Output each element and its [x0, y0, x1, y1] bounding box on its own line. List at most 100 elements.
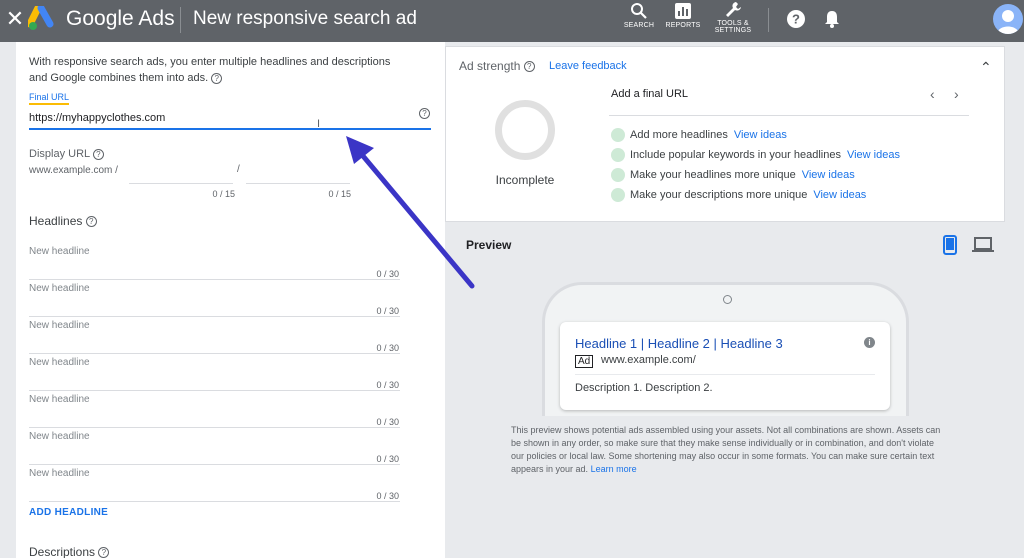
suggestion-item: Include popular keywords in your headlin… — [611, 147, 900, 163]
headline-input[interactable]: New headline — [29, 429, 400, 465]
ad-badge: Ad — [575, 355, 594, 368]
svg-text:?: ? — [792, 12, 800, 27]
ad-display-url: www.example.com/ — [601, 354, 696, 366]
help-icon[interactable]: ? — [786, 9, 806, 29]
page-title: New responsive search ad — [193, 8, 417, 29]
brand-name: Google Ads — [66, 7, 175, 30]
disclaimer-text: This preview shows potential ads assembl… — [511, 425, 941, 474]
suggestion-dot-icon — [611, 168, 625, 183]
suggestion-item: Make your descriptions more unique View i… — [611, 187, 866, 203]
notifications-bell-icon[interactable] — [822, 9, 842, 29]
suggestion-dot-icon — [611, 128, 625, 143]
headline-counter: 0 / 30 — [376, 306, 399, 316]
display-url-label-text: Display URL — [29, 148, 90, 160]
view-ideas-link[interactable]: View ideas — [734, 129, 787, 141]
strength-prompt: Add a final URL — [611, 88, 689, 100]
divider — [180, 7, 181, 33]
headline-placeholder: New headline — [29, 357, 90, 368]
divider — [609, 115, 969, 116]
headline-counter: 0 / 30 — [376, 417, 399, 427]
ad-form-panel: With responsive search ads, you enter mu… — [16, 42, 445, 558]
headline-counter: 0 / 30 — [376, 380, 399, 390]
descriptions-help-icon[interactable]: ? — [98, 547, 110, 558]
help-circle-icon[interactable]: ? — [211, 72, 223, 84]
path1-input[interactable] — [129, 164, 233, 184]
path1-counter: 0 / 15 — [212, 189, 235, 199]
final-url-input[interactable] — [29, 108, 431, 130]
ad-strength-card: Ad strength ? Leave feedback ⌃ Incomplet… — [445, 46, 1005, 222]
info-icon[interactable]: i — [864, 337, 875, 348]
wrench-icon — [726, 2, 741, 17]
google-ads-logo-icon — [28, 6, 54, 30]
final-url-help-icon[interactable]: ? — [419, 108, 430, 119]
descriptions-label: Descriptions ? — [29, 545, 110, 558]
headline-placeholder: New headline — [29, 468, 90, 479]
add-headline-button[interactable]: ADD HEADLINE — [29, 507, 108, 518]
headlines-label: Headlines ? — [29, 214, 97, 228]
ad-description: Description 1. Description 2. — [575, 382, 713, 394]
view-ideas-link[interactable]: View ideas — [847, 149, 900, 161]
learn-more-link[interactable]: Learn more — [591, 464, 637, 474]
headline-input[interactable]: New headline — [29, 392, 400, 428]
next-chevron-icon[interactable]: › — [954, 86, 959, 102]
headline-placeholder: New headline — [29, 320, 90, 331]
headline-placeholder: New headline — [29, 246, 90, 257]
display-url-label: Display URL ? — [29, 148, 104, 160]
headlines-help-icon[interactable]: ? — [85, 216, 97, 228]
strength-status: Incomplete — [495, 173, 555, 187]
reports-tool-button[interactable]: REPORTS — [660, 2, 706, 38]
strength-ring — [495, 100, 555, 160]
search-tool-button[interactable]: SEARCH — [616, 2, 662, 38]
suggestion-dot-icon — [611, 148, 625, 163]
top-bar: ✕ Google Ads New responsive search ad SE… — [0, 0, 1024, 42]
suggestion-text: Make your descriptions more unique — [630, 189, 808, 201]
view-ideas-link[interactable]: View ideas — [813, 189, 866, 201]
account-avatar[interactable] — [993, 4, 1023, 34]
search-tool-label: SEARCH — [623, 22, 655, 29]
ad-headline: Headline 1 | Headline 2 | Headline 3 — [575, 336, 783, 351]
display-url-help-icon[interactable]: ? — [92, 148, 104, 160]
divider — [575, 374, 875, 375]
headline-input[interactable]: New headline — [29, 355, 400, 391]
annotation-arrow-icon — [346, 136, 475, 289]
intro-text: With responsive search ads, you enter mu… — [29, 56, 391, 84]
headline-placeholder: New headline — [29, 431, 90, 442]
suggestion-dot-icon — [611, 188, 625, 203]
ad-preview-card: Headline 1 | Headline 2 | Headline 3 i A… — [560, 322, 890, 410]
path2-input[interactable] — [246, 164, 350, 184]
form-intro: With responsive search ads, you enter mu… — [29, 54, 409, 86]
final-url-label: Final URL — [29, 92, 70, 105]
close-icon[interactable]: ✕ — [4, 6, 26, 32]
tools-settings-button[interactable]: TOOLS & SETTINGS — [710, 0, 756, 36]
suggestion-text: Add more headlines — [630, 129, 728, 141]
prev-chevron-icon[interactable]: ‹ — [930, 86, 935, 102]
descriptions-label-text: Descriptions — [29, 545, 96, 558]
suggestion-text: Include popular keywords in your headlin… — [630, 149, 841, 161]
headlines-label-text: Headlines — [29, 214, 83, 228]
ad-strength-title: Ad strength ? — [459, 59, 535, 73]
phone-camera-icon — [723, 295, 732, 304]
headline-input[interactable]: New headline — [29, 318, 400, 354]
mobile-device-icon[interactable] — [943, 235, 957, 255]
headline-placeholder: New headline — [29, 283, 90, 294]
ad-strength-help-icon[interactable]: ? — [523, 61, 535, 73]
divider — [768, 8, 769, 32]
suggestion-text: Make your headlines more unique — [630, 169, 796, 181]
headline-input[interactable]: New headline — [29, 466, 400, 502]
leave-feedback-link[interactable]: Leave feedback — [549, 60, 627, 72]
suggestion-item: Make your headlines more unique View idea… — [611, 167, 855, 183]
path-separator: / — [237, 164, 240, 175]
view-ideas-link[interactable]: View ideas — [802, 169, 855, 181]
display-url-base: www.example.com / — [29, 165, 118, 176]
reports-icon — [675, 3, 691, 19]
avatar-person-icon — [997, 10, 1019, 34]
headline-counter: 0 / 30 — [376, 454, 399, 464]
headline-counter: 0 / 30 — [376, 343, 399, 353]
headline-counter: 0 / 30 — [376, 491, 399, 501]
ad-strength-title-text: Ad strength — [459, 59, 521, 73]
search-icon — [631, 3, 647, 19]
tools-settings-label: TOOLS & SETTINGS — [714, 20, 752, 34]
desktop-device-icon[interactable] — [972, 237, 994, 253]
preview-disclaimer: This preview shows potential ads assembl… — [511, 424, 941, 476]
collapse-chevron-icon[interactable]: ⌃ — [980, 59, 992, 76]
